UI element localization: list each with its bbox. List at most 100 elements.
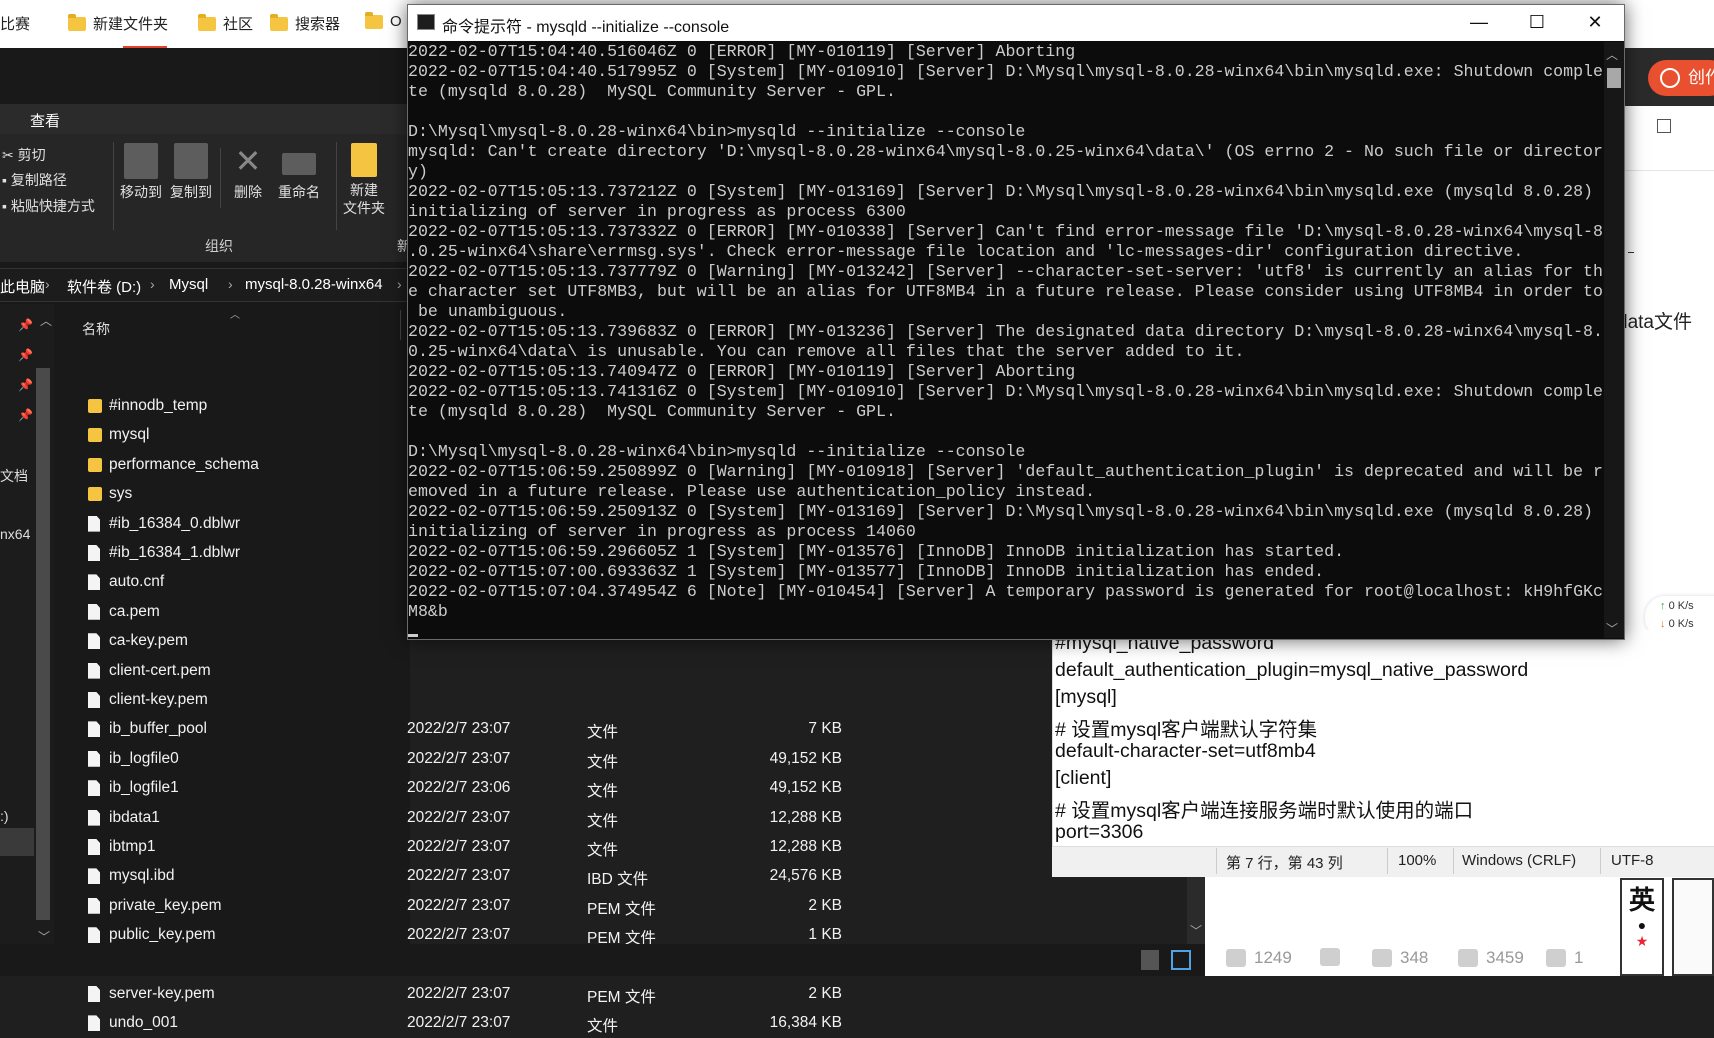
notepad-line: # 设置mysql客户端连接服务端时默认使用的端口 [1055,800,1474,822]
share-button[interactable]: 1 [1546,948,1583,968]
file-type: 文件 [587,753,619,771]
comment-button[interactable]: 348 [1372,948,1428,968]
breadcrumb-mysql[interactable]: Mysql [169,276,208,293]
bookmark-4[interactable]: 搜索器 [270,13,340,34]
create-button[interactable]: 创作 [1648,60,1714,96]
file-icon [88,574,100,591]
details-view-icon[interactable] [1141,950,1159,970]
file-type: PEM 文件 [587,900,656,918]
organize-group-label: 组织 [205,238,233,254]
file-name: #innodb_temp [109,397,208,414]
checkbox-icon[interactable] [1657,119,1671,133]
cmd-scrollbar[interactable] [1604,42,1624,638]
comment-icon [1372,949,1392,967]
like-count: 1249 [1254,948,1292,967]
file-type: 文件 [587,724,619,742]
scroll-down-icon[interactable]: ﹀ [1606,620,1618,637]
file-icon [88,839,100,855]
nav-item-x64[interactable]: nx64 [0,526,30,542]
paste-shortcut-icon: ▪ [2,198,7,214]
scroll-up-icon[interactable]: ︿ [1606,46,1618,63]
column-divider[interactable] [400,310,401,340]
ribbon-divider [113,142,114,230]
pin-icon: 📌 [18,348,33,362]
move-to-icon [124,143,158,179]
star-button[interactable]: 3459 [1458,948,1524,968]
bookmark-1[interactable]: 比赛 [0,13,30,34]
file-icon [88,750,100,767]
arrow-up-icon: ↑ [1660,600,1666,612]
close-button[interactable]: ✕ [1566,5,1624,41]
file-size: 49,152 KB [769,749,842,767]
file-icon [88,897,100,914]
cursor-position: 第 7 行，第 43 列 [1226,855,1343,872]
file-name: auto.cnf [109,573,165,591]
breadcrumb-this-pc[interactable]: 此电脑 [0,276,45,297]
rename-button[interactable]: 重命名 [274,143,324,201]
breadcrumb-folder[interactable]: mysql-8.0.28-winx64 [245,276,383,293]
paste-shortcut-button[interactable]: ▪ 粘贴快捷方式 [2,196,95,216]
bookmark-2[interactable]: 新建文件夹 [68,13,168,34]
chevron-down-icon[interactable]: ﹀ [1190,922,1202,939]
cmd-app-icon [417,14,435,30]
share-count: 1 [1574,948,1584,967]
window-title: 命令提示符 - mysqld --initialize --console [442,19,730,36]
notepad-line: [mysql] [1055,686,1117,708]
file-date: 2022/2/7 23:06 [407,779,511,797]
file-name: ibdata1 [109,808,160,826]
chevron-down-icon[interactable]: ﹀ [38,928,50,945]
arrow-down-icon: ↓ [1660,618,1666,630]
copy-path-button[interactable]: ▪ 复制路径 [2,170,67,190]
large-icons-view-icon[interactable] [1171,950,1191,970]
rename-label: 重命名 [278,184,320,200]
cut-button[interactable]: ✂ 剪切 [2,145,46,165]
nav-item-selected[interactable] [0,828,34,856]
status-divider [1387,848,1388,874]
notepad-line: # 设置mysql客户端默认字符集 [1055,719,1318,741]
tab-view[interactable]: 查看 [30,110,60,131]
explorer-statusbar [0,944,1210,976]
maximize-button[interactable]: ☐ [1508,5,1566,41]
file-size: 12,288 KB [769,808,842,826]
like-button[interactable]: 1249 [1226,948,1292,968]
new-folder-label-2: 文件夹 [343,200,385,216]
copy-path-icon: ▪ [2,172,7,188]
dislike-button[interactable] [1320,948,1340,966]
breadcrumb-drive[interactable]: 软件卷 (D:) [67,276,141,297]
bookmark-label: 搜索器 [295,16,341,33]
bookmark-5[interactable]: O [365,11,402,30]
file-date: 2022/2/7 23:07 [407,985,511,1002]
nav-scrollbar[interactable] [36,368,50,920]
new-folder-button[interactable]: 新建 文件夹 [340,143,388,217]
thumbs-down-icon [1320,948,1340,966]
move-to-button[interactable]: 移动到 [118,143,164,201]
cmd-scroll-thumb[interactable] [1607,68,1621,88]
folder-icon [270,13,288,31]
copy-to-button[interactable]: 复制到 [168,143,214,201]
download-speed: ↓ 0 K/s [1660,618,1694,630]
copy-path-label: 复制路径 [10,172,67,188]
file-size: 12,288 KB [769,838,842,855]
breadcrumb-separator: › [397,276,402,292]
delete-button[interactable]: ✕ 删除 [228,143,268,201]
file-type: PEM 文件 [587,989,656,1006]
nav-item-drive[interactable]: :) [0,808,9,824]
delete-label: 删除 [234,184,262,200]
chevron-up-icon[interactable]: ︿ [40,312,52,329]
bookmark-label: 比赛 [0,16,31,33]
minimize-button[interactable]: — [1450,5,1508,41]
file-size: 1 KB [808,926,842,944]
notepad-line: default_authentication_plugin=mysql_nati… [1055,659,1529,681]
column-name[interactable]: 名称 [82,319,110,339]
star-icon [1458,949,1478,967]
console-output[interactable]: 2022-02-07T15:04:40.516046Z 0 [ERROR] [M… [408,42,1604,640]
nav-item-docs[interactable]: 文档 [0,466,28,486]
notepad-line: [client] [1055,767,1112,789]
file-date: 2022/2/7 23:07 [407,867,511,885]
file-name: ib_logfile0 [109,749,179,767]
bookmark-3[interactable]: 社区 [198,13,253,34]
dash-mark [1628,252,1634,253]
file-icon [88,603,100,620]
pin-icon: 📌 [18,408,33,422]
file-icon [88,868,100,885]
